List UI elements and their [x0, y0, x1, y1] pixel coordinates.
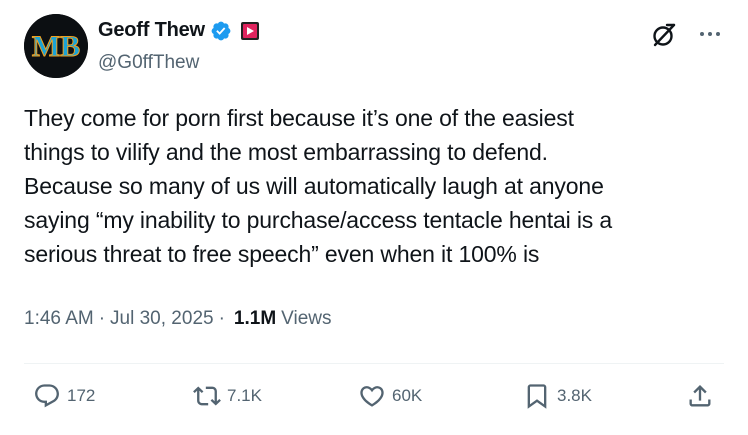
views-count[interactable]: 1.1M — [234, 308, 276, 330]
post-time[interactable]: 1:46 AM — [24, 308, 94, 330]
repost-icon — [193, 386, 221, 406]
action-bar: 172 7.1K 60K 3.8K — [0, 382, 748, 418]
avatar-logo-icon: MB — [24, 14, 88, 78]
like-button[interactable]: 60K — [358, 382, 422, 410]
author-name-row: Geoff Thew — [98, 19, 260, 42]
reply-icon — [35, 384, 59, 408]
display-name[interactable]: Geoff Thew — [98, 19, 205, 42]
play-badge-icon[interactable] — [240, 21, 260, 41]
bookmark-button[interactable]: 3.8K — [523, 382, 592, 410]
reply-count: 172 — [67, 386, 96, 405]
author-handle[interactable]: @G0ffThew — [98, 52, 199, 74]
share-icon — [689, 385, 711, 407]
post-text: They come for porn first because it’s on… — [24, 105, 613, 267]
repost-button[interactable]: 7.1K — [193, 382, 262, 410]
views-label: Views — [281, 308, 332, 329]
grok-icon[interactable] — [649, 20, 679, 50]
reply-button[interactable]: 172 — [33, 382, 95, 410]
avatar-logo-text: MB — [32, 30, 80, 63]
verified-badge-icon[interactable] — [210, 20, 232, 42]
share-button[interactable] — [686, 382, 714, 410]
meta-separator-2: · — [218, 308, 225, 329]
more-options-icon[interactable] — [696, 22, 724, 46]
heart-icon — [360, 386, 384, 407]
repost-count: 7.1K — [227, 386, 262, 405]
avatar[interactable]: MB — [24, 14, 88, 78]
post-date[interactable]: Jul 30, 2025 — [110, 308, 214, 330]
divider — [24, 363, 724, 364]
like-count: 60K — [392, 386, 423, 405]
post-meta: 1:46 AM · Jul 30, 2025 · 1.1M Views — [24, 308, 332, 330]
meta-separator: · — [98, 308, 106, 329]
bookmark-icon — [527, 384, 547, 409]
bookmark-count: 3.8K — [557, 386, 592, 405]
